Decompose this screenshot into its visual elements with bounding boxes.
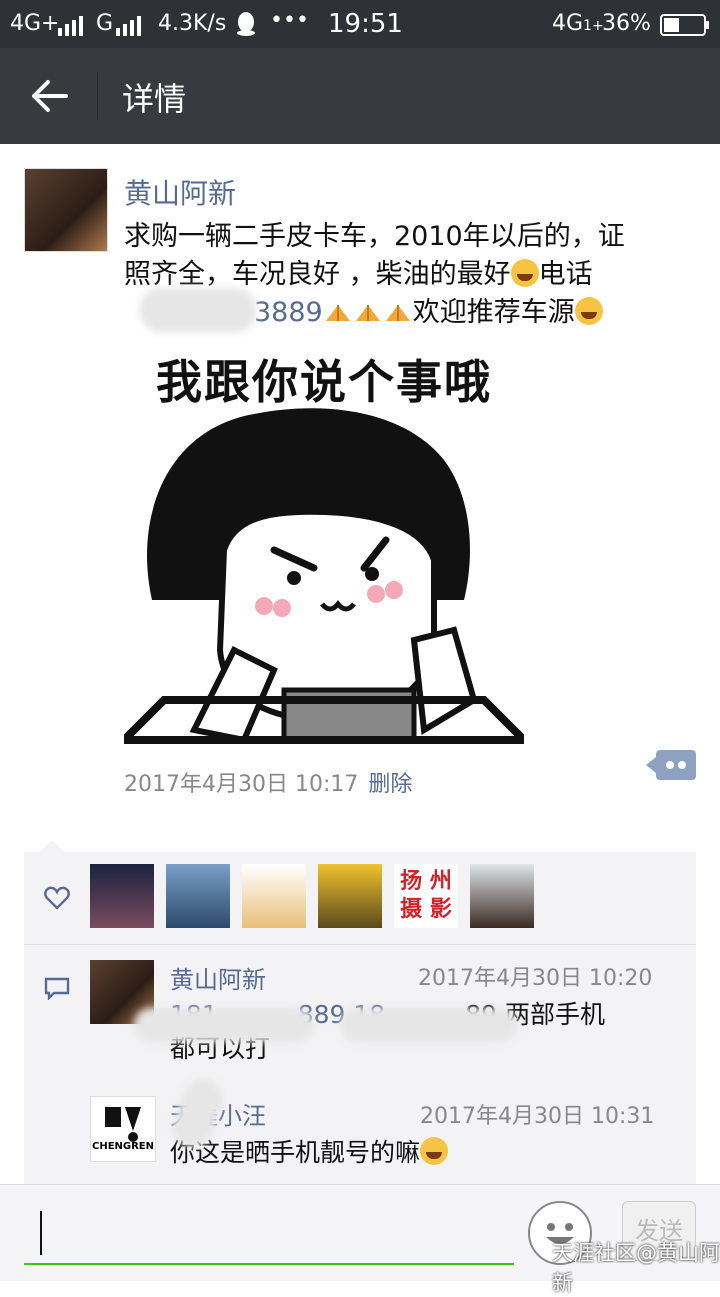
comment-icon bbox=[44, 977, 70, 1000]
more-actions-button[interactable] bbox=[646, 750, 696, 780]
city-tower-avatar[interactable] bbox=[166, 864, 230, 928]
nav-bar: 详情 bbox=[0, 48, 720, 144]
shop-avatar[interactable] bbox=[318, 864, 382, 928]
post-author-name[interactable]: 黄山阿新 bbox=[124, 172, 236, 212]
phone-number-fragment[interactable]: 3889 bbox=[254, 297, 323, 328]
clock: 19:51 bbox=[328, 9, 403, 39]
praying-hands-icon bbox=[385, 305, 410, 321]
page-title: 详情 bbox=[122, 80, 187, 118]
watermark: 天涯社区@黄山阿新 bbox=[552, 1241, 720, 1295]
back-arrow-icon[interactable] bbox=[30, 76, 70, 116]
network-indicator-3: 4G1+ bbox=[552, 11, 604, 36]
redaction-blur bbox=[140, 288, 256, 332]
night-sky-avatar[interactable] bbox=[90, 864, 154, 928]
input-underline bbox=[24, 1263, 514, 1265]
post-text-line: 求购一辆二手皮卡车，2010年以后的，证 bbox=[124, 221, 625, 252]
grin-emoji-icon bbox=[574, 297, 603, 325]
cartoon-face-drawing bbox=[124, 408, 524, 744]
redaction-blur bbox=[134, 1008, 314, 1042]
redaction-blur bbox=[340, 1008, 518, 1042]
network-speed: 4.3K/s bbox=[158, 11, 227, 36]
qq-icon bbox=[237, 12, 255, 36]
comment-time: 2017年4月30日 10:20 bbox=[418, 966, 653, 991]
heart-icon bbox=[44, 886, 70, 910]
battery-percent: 36% bbox=[602, 11, 651, 36]
post-image[interactable]: 我跟你说个事哦 bbox=[124, 340, 524, 744]
comment-input[interactable] bbox=[24, 1197, 514, 1263]
network-indicator-2: G bbox=[96, 11, 114, 36]
panel-pointer bbox=[40, 840, 64, 852]
comment-text: 你这是晒手机靓号的嘛 bbox=[170, 1136, 449, 1170]
more-notifications: ••• bbox=[270, 8, 309, 33]
network-indicator: 4G+ bbox=[10, 11, 60, 36]
cartoon-avatar[interactable] bbox=[242, 864, 306, 928]
commenter-avatar[interactable]: CHENGREN bbox=[90, 1096, 156, 1162]
praying-hands-icon bbox=[325, 305, 350, 321]
panel-divider bbox=[24, 944, 696, 945]
battery-icon bbox=[660, 14, 709, 36]
poster-avatar[interactable] bbox=[24, 168, 108, 252]
praying-hands-icon bbox=[355, 305, 380, 321]
post-meta: 2017年4月30日 10:17 删除 bbox=[124, 766, 412, 798]
nav-divider bbox=[97, 72, 98, 120]
girl-avatar[interactable] bbox=[470, 864, 534, 928]
status-bar: 4G+ G 4.3K/s ••• 19:51 4G1+ 36% bbox=[0, 0, 720, 48]
comment-input-bar: 发送 天涯社区@黄山阿新 bbox=[0, 1184, 720, 1295]
laughing-emoji-icon bbox=[420, 1137, 449, 1165]
delete-link[interactable]: 删除 bbox=[368, 772, 412, 797]
commenter-name[interactable]: 黄山阿新 bbox=[170, 960, 266, 995]
grin-emoji-icon bbox=[510, 259, 539, 287]
likes-comments-panel: 扬 州 摄 影 黄山阿新 2017年4月30日 10:20 181889 188… bbox=[24, 852, 696, 1192]
signal-icon bbox=[58, 16, 83, 36]
comment-time: 2017年4月30日 10:31 bbox=[420, 1104, 655, 1129]
post-time: 2017年4月30日 10:17 bbox=[124, 772, 359, 797]
yangzhou-photo-avatar[interactable]: 扬 州 摄 影 bbox=[394, 864, 458, 928]
signal-icon-2 bbox=[116, 16, 141, 36]
logo-text: CHENGREN bbox=[91, 1141, 155, 1152]
